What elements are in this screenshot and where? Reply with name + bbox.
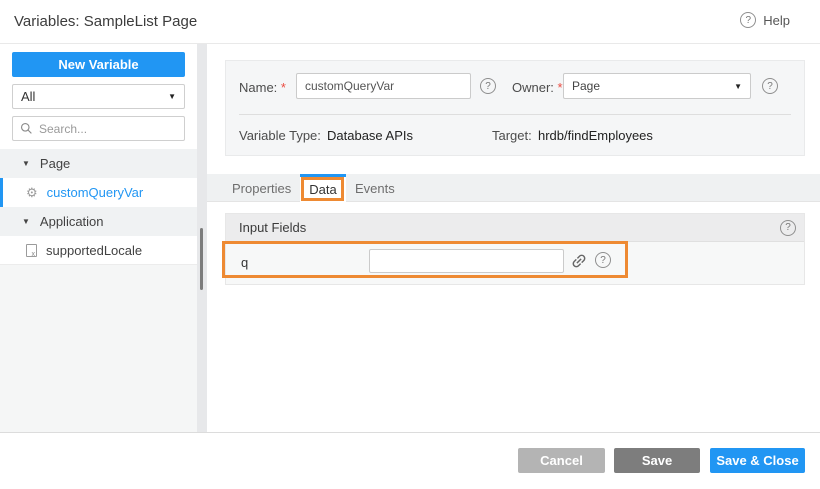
variable-summary-panel: Name: * ? Owner: * Page ▼ ? Variable Typ… — [225, 60, 805, 156]
variable-search[interactable] — [12, 116, 185, 141]
sidebar-empty-area — [0, 265, 197, 432]
tree-group-application[interactable]: ▼ Application — [0, 207, 197, 236]
dialog-footer: Cancel Save Save & Close — [0, 432, 820, 489]
help-label: Help — [763, 13, 790, 28]
variable-type-label: Variable Type: — [239, 128, 321, 143]
owner-select[interactable]: Page ▼ — [563, 73, 751, 99]
tree-group-label: Page — [40, 156, 70, 171]
chevron-down-icon: ▼ — [168, 92, 176, 101]
field-help-icon[interactable]: ? — [595, 252, 611, 268]
tab-properties[interactable]: Properties — [232, 174, 291, 202]
help-icon: ? — [740, 12, 756, 28]
tab-events[interactable]: Events — [355, 174, 395, 202]
save-button[interactable]: Save — [614, 448, 700, 473]
field-name: q — [241, 255, 248, 270]
new-variable-button[interactable]: New Variable — [12, 52, 185, 77]
input-fields-help-icon[interactable]: ? — [780, 220, 796, 236]
search-input[interactable] — [39, 122, 169, 136]
bind-link-icon[interactable] — [570, 252, 588, 270]
input-fields-header: Input Fields ? — [226, 214, 804, 242]
search-icon — [20, 122, 33, 135]
variables-dialog: Variables: SampleList Page ? Help New Va… — [0, 0, 820, 489]
input-field-row: q ? — [226, 242, 804, 284]
variable-tree: ▼ Page ⚙ customQueryVar ▼ Application su… — [0, 149, 197, 265]
dialog-header: Variables: SampleList Page ? Help — [0, 0, 820, 44]
collapse-arrow-icon: ▼ — [22, 159, 30, 168]
scrollbar-thumb[interactable] — [200, 228, 203, 290]
vertical-scrollbar[interactable] — [197, 44, 207, 432]
target-label: Target: — [492, 128, 532, 143]
name-input[interactable] — [296, 73, 471, 99]
panel-divider — [239, 114, 791, 115]
variable-filter-select[interactable]: All ▼ — [12, 84, 185, 109]
chevron-down-icon: ▼ — [734, 82, 742, 91]
required-marker: * — [558, 80, 563, 95]
help-link[interactable]: ? Help — [740, 12, 790, 28]
filter-selected-value: All — [21, 89, 35, 104]
owner-selected-value: Page — [572, 79, 600, 93]
field-value-input[interactable] — [369, 249, 564, 273]
locale-document-icon — [26, 244, 37, 257]
required-marker: * — [281, 80, 286, 95]
tree-item-customqueryvar[interactable]: ⚙ customQueryVar — [0, 178, 197, 207]
input-fields-section: Input Fields ? q ? — [225, 213, 805, 285]
tab-data[interactable]: Data — [300, 174, 346, 202]
collapse-arrow-icon: ▼ — [22, 217, 30, 226]
detail-tabbar: Properties Data Events — [207, 174, 820, 202]
tree-group-page[interactable]: ▼ Page — [0, 149, 197, 178]
owner-help-icon[interactable]: ? — [762, 78, 778, 94]
variable-type-value: Database APIs — [327, 128, 413, 143]
variable-detail-pane: Name: * ? Owner: * Page ▼ ? Variable Typ… — [207, 44, 820, 432]
name-label: Name: * — [239, 80, 286, 95]
tree-item-label: customQueryVar — [47, 185, 144, 200]
page-title: Variables: SampleList Page — [14, 13, 197, 30]
tree-group-label: Application — [40, 214, 104, 229]
input-fields-title: Input Fields — [239, 220, 306, 235]
name-help-icon[interactable]: ? — [480, 78, 496, 94]
variables-sidebar: New Variable All ▼ ▼ Page ⚙ customQueryV… — [0, 44, 197, 432]
owner-label: Owner: * — [512, 80, 563, 95]
cancel-button[interactable]: Cancel — [518, 448, 605, 473]
tree-item-label: supportedLocale — [46, 243, 142, 258]
target-value: hrdb/findEmployees — [538, 128, 653, 143]
variable-gear-icon: ⚙ — [26, 186, 38, 199]
tree-item-supportedlocale[interactable]: supportedLocale — [0, 236, 197, 265]
save-and-close-button[interactable]: Save & Close — [710, 448, 805, 473]
